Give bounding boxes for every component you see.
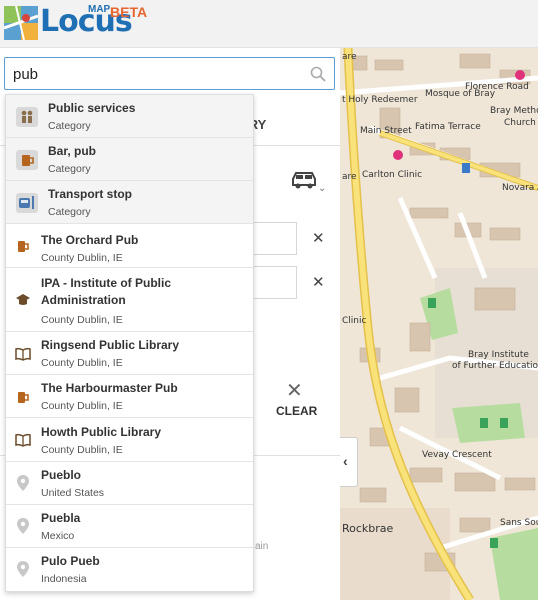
suggestion-subtitle: County Dublin, IE	[41, 400, 123, 412]
waypoint-field[interactable]	[250, 266, 297, 299]
map-label: are	[342, 172, 357, 182]
suggestion-transport-stop[interactable]: Transport stop Category	[6, 181, 253, 224]
map-label: Novara A	[502, 183, 538, 193]
chevron-left-icon: ‹	[343, 453, 348, 469]
brand-map-label: MAP	[88, 4, 111, 15]
suggestion-subtitle: County Dublin, IE	[41, 357, 123, 369]
waypoint-field[interactable]	[250, 222, 297, 255]
remove-waypoint-icon[interactable]: ✕	[312, 229, 325, 247]
suggestion-title: IPA - Institute of Public Administration	[41, 276, 171, 307]
suggestion-title: Pueblo	[41, 468, 82, 482]
suggestion-title: The Harbourmaster Pub	[41, 381, 178, 395]
suggestion-title: Ringsend Public Library	[41, 338, 180, 352]
clear-button[interactable]: CLEAR	[276, 404, 317, 418]
suggestion-subtitle: Category	[48, 163, 91, 175]
people-icon	[16, 107, 38, 127]
search-icon[interactable]	[310, 66, 326, 82]
map-pin-icon	[17, 561, 29, 577]
map-label: Fatima Terrace	[415, 122, 481, 132]
truncated-text: ain	[255, 541, 269, 552]
graduation-cap-icon	[16, 294, 30, 305]
suggestion-harbourmaster-pub[interactable]: The Harbourmaster Pub County Dublin, IE	[6, 375, 253, 418]
suggestion-subtitle: United States	[41, 487, 105, 499]
search-box[interactable]	[4, 57, 335, 90]
search-suggestions: Public services Category Bar, pub Catego…	[5, 94, 254, 592]
suggestion-subtitle: Category	[48, 120, 91, 132]
suggestion-puebla[interactable]: Puebla Mexico	[6, 505, 253, 548]
map-label: Sans Souci	[500, 518, 538, 528]
suggestion-public-services[interactable]: Public services Category	[6, 95, 253, 138]
suggestion-ipa[interactable]: IPA - Institute of Public Administration…	[6, 268, 253, 332]
suggestion-subtitle: Category	[48, 206, 91, 218]
map-pin-icon	[17, 475, 29, 491]
suggestion-title: Howth Public Library	[41, 425, 162, 439]
suggestion-title: The Orchard Pub	[41, 233, 139, 247]
bus-stop-icon	[16, 193, 38, 213]
beer-mug-icon	[18, 392, 29, 403]
suggestion-ringsend-library[interactable]: Ringsend Public Library County Dublin, I…	[6, 332, 253, 375]
suggestion-subtitle: Mexico	[41, 530, 75, 542]
map-label: t Holy Redeemer	[342, 95, 418, 105]
suggestion-subtitle: Indonesia	[41, 573, 87, 585]
map-label: Mosque of Bray	[425, 89, 496, 99]
collapse-panel-button[interactable]: ‹	[340, 437, 358, 487]
search-input[interactable]	[13, 62, 303, 86]
locus-logo-icon	[4, 6, 38, 40]
remove-waypoint-icon[interactable]: ✕	[312, 273, 325, 291]
map-pin-icon	[17, 518, 29, 534]
map-label: Bray Metho	[490, 106, 538, 116]
suggestion-subtitle: County Dublin, IE	[41, 252, 123, 264]
map-label: Rockbrae	[342, 522, 394, 535]
suggestion-orchard-pub[interactable]: The Orchard Pub County Dublin, IE	[6, 224, 253, 268]
suggestion-title: Pulo Pueb	[41, 554, 100, 568]
chevron-down-icon[interactable]: ⌄	[318, 183, 326, 194]
map-view[interactable]: Florence Road t Holy Redeemer Mosque of …	[340, 48, 538, 600]
close-icon[interactable]: ✕	[286, 378, 303, 403]
map-label: Carlton Clinic	[362, 170, 423, 180]
map-label: Clinic	[342, 316, 367, 326]
map-label: of Further Educatio	[452, 361, 538, 371]
suggestion-bar-pub[interactable]: Bar, pub Category	[6, 138, 253, 181]
book-icon	[15, 433, 31, 447]
map-label: are	[342, 52, 357, 62]
beer-mug-icon	[18, 241, 29, 252]
suggestion-subtitle: County Dublin, IE	[41, 314, 123, 326]
book-icon	[15, 347, 31, 361]
suggestion-title: Public services	[48, 101, 136, 115]
map-label: Bray Institute	[468, 350, 529, 360]
suggestion-title: Bar, pub	[48, 144, 97, 158]
beer-mug-icon	[16, 150, 38, 170]
suggestion-pueblo[interactable]: Pueblo United States	[6, 462, 253, 505]
map-label: Vevay Crescent	[422, 450, 492, 460]
suggestion-subtitle: County Dublin, IE	[41, 444, 123, 456]
suggestion-title: Transport stop	[48, 187, 133, 201]
suggestion-howth-library[interactable]: Howth Public Library County Dublin, IE	[6, 418, 253, 462]
suggestion-pulo-pueb[interactable]: Pulo Pueb Indonesia	[6, 548, 253, 591]
beta-badge: BETA	[110, 4, 148, 20]
suggestion-title: Puebla	[41, 511, 81, 525]
app-header: Locus MAP BETA	[0, 0, 538, 48]
map-label: Church	[504, 118, 536, 128]
map-label: Main Street	[360, 126, 412, 136]
car-icon[interactable]	[290, 170, 318, 190]
